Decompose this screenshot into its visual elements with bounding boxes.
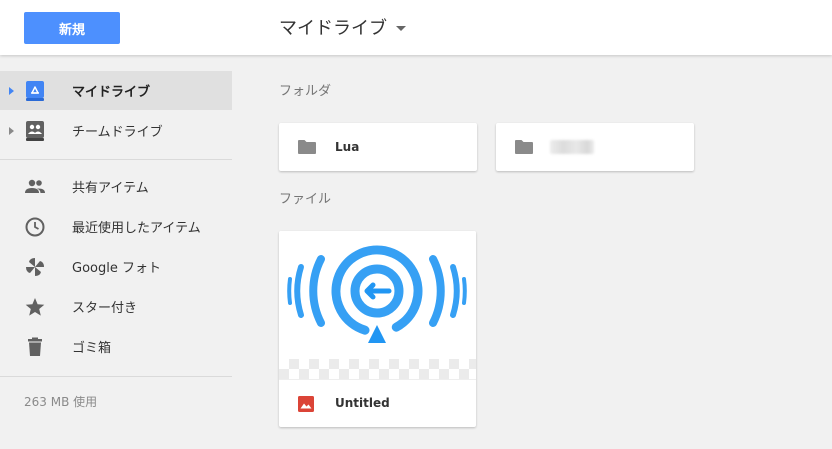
expand-arrow-icon[interactable] (9, 126, 14, 135)
image-file-icon (298, 396, 314, 412)
new-button[interactable]: 新規 (24, 12, 120, 44)
sidebar-item-trash[interactable]: ゴミ箱 (0, 327, 232, 366)
file-card-footer: Untitled (279, 379, 476, 427)
drive-app: 新規 マイドライブ マイドライブ チームドライブ 共有アイテム 最近使用したアイ… (0, 0, 832, 449)
sidebar-item-google-photos[interactable]: Google フォト (0, 247, 232, 286)
file-name: Untitled (335, 396, 390, 410)
file-thumbnail (279, 231, 476, 379)
folder-name: Lua (335, 140, 360, 154)
sidebar-item-label: チームドライブ (72, 125, 163, 140)
sidebar: マイドライブ チームドライブ 共有アイテム 最近使用したアイテム Google … (0, 55, 232, 449)
sidebar-item-label: 最近使用したアイテム (72, 221, 201, 236)
team-drive-icon (26, 120, 44, 141)
drive-title-dropdown[interactable]: マイドライブ (279, 14, 406, 40)
sidebar-item-label: Google フォト (72, 261, 161, 276)
sidebar-item-label: ゴミ箱 (72, 341, 112, 356)
star-icon (25, 297, 45, 316)
files-heading: ファイル (279, 192, 332, 207)
folder-card[interactable]: Lua (279, 123, 477, 171)
sidebar-item-label: スター付き (72, 301, 138, 316)
broadcast-logo-image (287, 245, 467, 343)
folder-card[interactable] (496, 123, 694, 171)
sidebar-item-label: 共有アイテム (72, 181, 149, 196)
expand-arrow-icon[interactable] (9, 86, 14, 95)
sidebar-divider (0, 159, 232, 160)
clock-icon (25, 217, 45, 236)
my-drive-icon (26, 80, 44, 101)
folder-icon (515, 140, 533, 154)
shared-icon (25, 179, 45, 193)
file-card[interactable]: Untitled (279, 231, 476, 427)
photos-pinwheel-icon (26, 257, 44, 276)
sidebar-divider (0, 376, 232, 377)
dropdown-caret-icon (396, 26, 406, 31)
storage-usage: 263 MB 使用 (24, 395, 98, 409)
folder-name-redacted (550, 140, 594, 154)
sidebar-item-starred[interactable]: スター付き (0, 287, 232, 326)
folders-heading: フォルダ (279, 84, 332, 99)
folder-icon (298, 140, 316, 154)
sidebar-item-team-drive[interactable]: チームドライブ (0, 111, 232, 150)
sidebar-item-label: マイドライブ (72, 85, 151, 100)
drive-title: マイドライブ (279, 18, 387, 39)
main-content: フォルダ Lua ファイル Untitled (232, 55, 832, 449)
trash-icon (28, 337, 42, 356)
sidebar-item-my-drive[interactable]: マイドライブ (0, 71, 232, 110)
top-bar: 新規 マイドライブ (0, 0, 832, 55)
sidebar-item-recent[interactable]: 最近使用したアイテム (0, 207, 232, 246)
sidebar-item-shared[interactable]: 共有アイテム (0, 167, 232, 206)
